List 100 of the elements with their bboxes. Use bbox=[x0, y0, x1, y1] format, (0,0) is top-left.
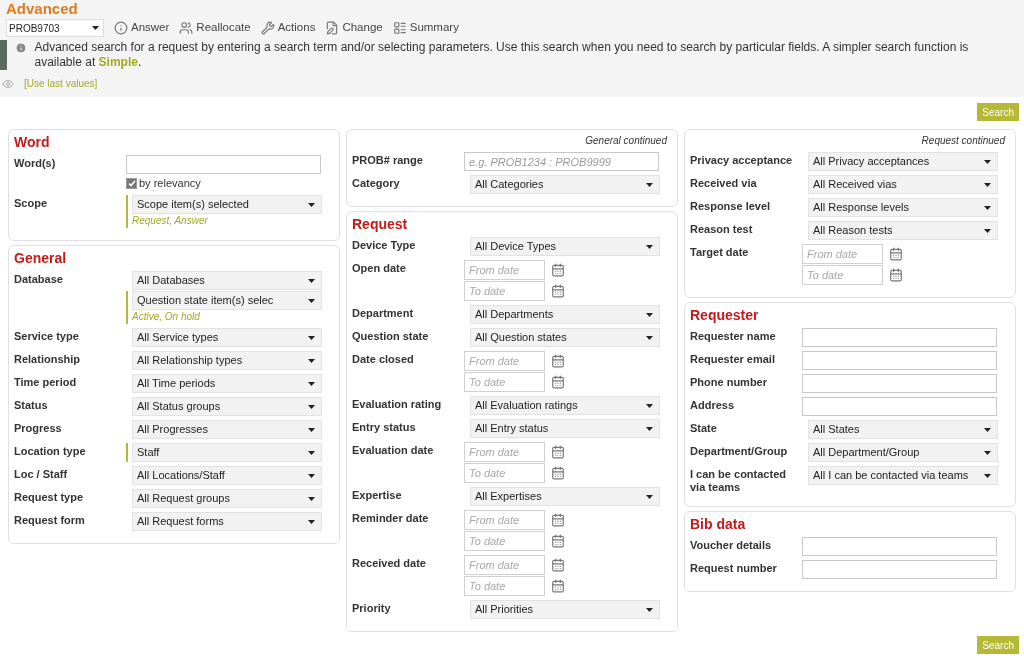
document-edit-icon bbox=[325, 21, 340, 35]
dropdown[interactable]: Staff bbox=[132, 443, 322, 462]
caret-icon bbox=[308, 404, 315, 409]
toolbar-button[interactable]: Change bbox=[325, 19, 383, 37]
date-field[interactable]: To date bbox=[464, 281, 545, 301]
calendar-icon[interactable] bbox=[551, 579, 565, 593]
dropdown[interactable]: All Response levels bbox=[808, 198, 998, 217]
text-field[interactable] bbox=[802, 537, 997, 556]
text-field[interactable]: e.g. PROB1234 : PROB9999 bbox=[464, 152, 659, 171]
caret-icon bbox=[984, 450, 991, 455]
calendar-icon[interactable] bbox=[551, 534, 565, 548]
dropdown[interactable]: All Device Types bbox=[470, 237, 660, 256]
date-field[interactable]: From date bbox=[464, 442, 545, 462]
dropdown[interactable]: All Relationship types bbox=[132, 351, 322, 370]
dropdown[interactable]: All Department/Group bbox=[808, 443, 998, 462]
caret-icon bbox=[984, 182, 991, 187]
calendar-icon[interactable] bbox=[551, 513, 565, 527]
text-field[interactable] bbox=[802, 397, 997, 416]
field-label: Requester name bbox=[690, 329, 777, 343]
field-label: Reminder date bbox=[352, 511, 430, 525]
date-field[interactable]: From date bbox=[464, 260, 545, 280]
text-field[interactable] bbox=[126, 155, 321, 174]
caret-icon bbox=[308, 278, 315, 283]
field-label: Entry status bbox=[352, 420, 417, 434]
date-field[interactable]: To date bbox=[464, 372, 545, 392]
dropdown[interactable]: All Question states bbox=[470, 328, 660, 347]
caret-icon bbox=[308, 519, 315, 524]
date-field[interactable]: From date bbox=[464, 510, 545, 530]
text-field[interactable] bbox=[802, 560, 997, 579]
text-field[interactable] bbox=[802, 374, 997, 393]
section-title: Word bbox=[14, 133, 51, 151]
date-field[interactable]: To date bbox=[802, 265, 883, 285]
dropdown[interactable]: All Categories bbox=[470, 175, 660, 194]
dropdown[interactable]: All Progresses bbox=[132, 420, 322, 439]
caret-icon bbox=[646, 312, 653, 317]
dropdown[interactable]: All Evaluation ratings bbox=[470, 396, 660, 415]
dropdown[interactable]: Question state item(s) selec bbox=[132, 291, 322, 310]
dropdown[interactable]: All Received vias bbox=[808, 175, 998, 194]
dropdown[interactable]: All I can be contacted via teams bbox=[808, 466, 998, 485]
dropdown[interactable]: All States bbox=[808, 420, 998, 439]
calendar-icon[interactable] bbox=[889, 247, 903, 261]
field-label: Question state bbox=[352, 329, 430, 343]
dropdown[interactable]: All Request groups bbox=[132, 489, 322, 508]
people-icon bbox=[179, 21, 194, 35]
text-field[interactable] bbox=[802, 328, 997, 347]
dropdown[interactable]: All Expertises bbox=[470, 487, 660, 506]
field-label: Expertise bbox=[352, 488, 403, 502]
calendar-icon[interactable] bbox=[551, 375, 565, 389]
date-field[interactable]: From date bbox=[802, 244, 883, 264]
field-label: Request number bbox=[690, 561, 778, 575]
dropdown[interactable]: All Entry status bbox=[470, 419, 660, 438]
dropdown[interactable]: All Reason tests bbox=[808, 221, 998, 240]
field-label: Open date bbox=[352, 261, 407, 275]
caret-icon bbox=[646, 494, 653, 499]
toolbar-button[interactable]: Answer bbox=[114, 19, 170, 37]
calendar-icon[interactable] bbox=[551, 445, 565, 459]
dropdown[interactable]: All Privacy acceptances bbox=[808, 152, 998, 171]
calendar-icon[interactable] bbox=[551, 263, 565, 277]
record-dropdown[interactable]: PROB9703 bbox=[6, 19, 104, 37]
info-icon bbox=[114, 21, 128, 35]
date-field[interactable]: To date bbox=[464, 531, 545, 551]
dropdown[interactable]: All Service types bbox=[132, 328, 322, 347]
dropdown[interactable]: All Locations/Staff bbox=[132, 466, 322, 485]
field-label: Reason test bbox=[690, 222, 754, 236]
toolbar-button[interactable]: Actions bbox=[260, 19, 316, 37]
dropdown[interactable]: All Request forms bbox=[132, 512, 322, 531]
field-label: Target date bbox=[690, 245, 750, 259]
calendar-icon[interactable] bbox=[551, 466, 565, 480]
date-field[interactable]: From date bbox=[464, 555, 545, 575]
selection-note: Active, On hold bbox=[132, 310, 201, 324]
caret-icon bbox=[308, 496, 315, 501]
dropdown[interactable]: All Priorities bbox=[470, 600, 660, 619]
dropdown[interactable]: All Departments bbox=[470, 305, 660, 324]
date-field[interactable]: To date bbox=[464, 463, 545, 483]
caret-icon bbox=[308, 450, 315, 455]
field-label: Date closed bbox=[352, 352, 415, 366]
dropdown[interactable]: All Databases bbox=[132, 271, 322, 290]
toolbar-button[interactable]: Summary bbox=[392, 19, 459, 37]
calendar-icon[interactable] bbox=[551, 284, 565, 298]
calendar-icon[interactable] bbox=[889, 268, 903, 282]
calendar-icon[interactable] bbox=[551, 558, 565, 572]
text-field[interactable] bbox=[802, 351, 997, 370]
dropdown[interactable]: Scope item(s) selected bbox=[132, 195, 322, 214]
dropdown[interactable]: All Status groups bbox=[132, 397, 322, 416]
info-bar-stripe bbox=[0, 40, 7, 70]
list-icon bbox=[392, 21, 407, 35]
date-field[interactable]: To date bbox=[464, 576, 545, 596]
section-caption: Request continued bbox=[921, 134, 1007, 148]
field-label: Response level bbox=[690, 199, 772, 213]
field-label: Device Type bbox=[352, 238, 417, 252]
field-label: Time period bbox=[14, 375, 78, 389]
calendar-icon[interactable] bbox=[551, 354, 565, 368]
field-label: Relationship bbox=[14, 352, 81, 366]
dropdown[interactable]: All Time periods bbox=[132, 374, 322, 393]
caret-icon bbox=[984, 427, 991, 432]
field-label: Request form bbox=[14, 513, 86, 527]
toolbar-button[interactable]: Reallocate bbox=[179, 19, 251, 37]
field-label: Department/Group bbox=[690, 444, 789, 458]
date-field[interactable]: From date bbox=[464, 351, 545, 371]
checkbox[interactable] bbox=[126, 177, 137, 189]
